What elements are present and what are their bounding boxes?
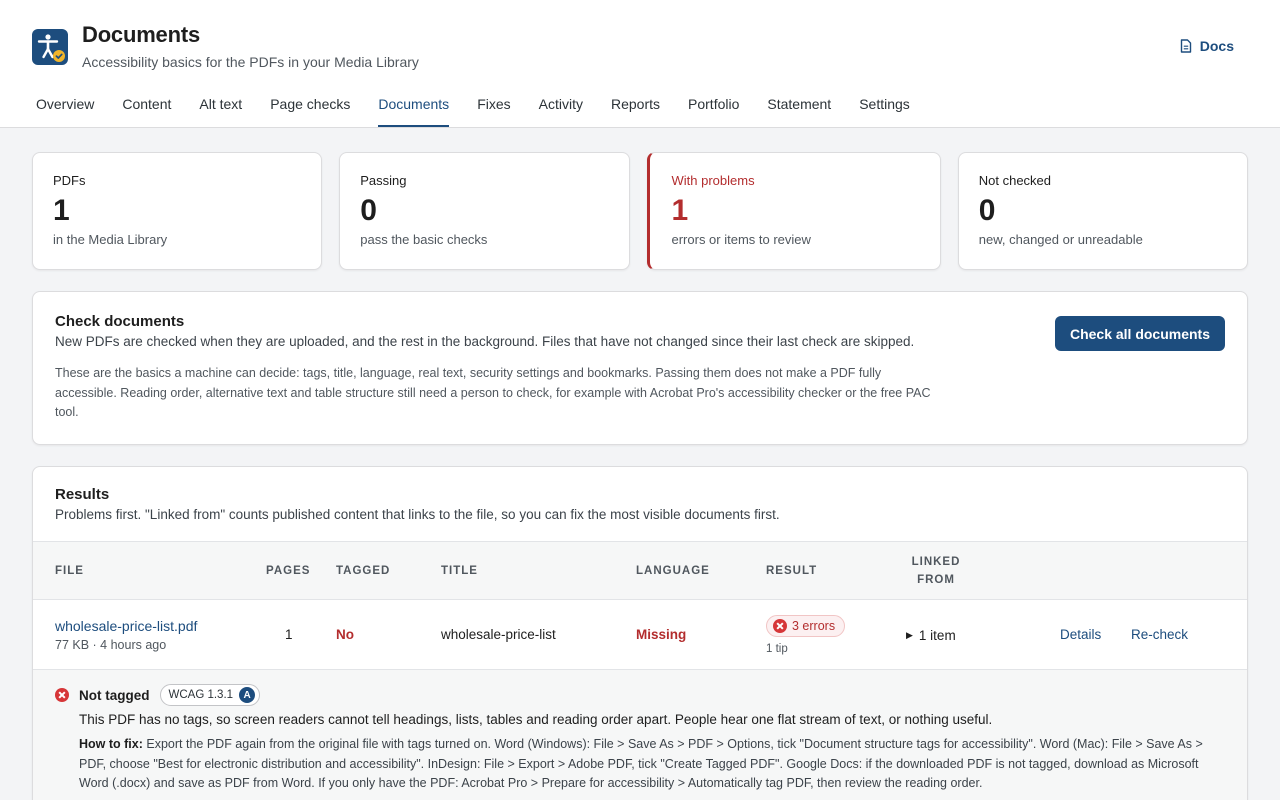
column-header-file[interactable]: File xyxy=(33,542,266,600)
stat-caption: errors or items to review xyxy=(671,232,811,247)
check-documents-panel: Check documents New PDFs are checked whe… xyxy=(32,291,1248,445)
stat-card-not-checked: Not checked 0 new, changed or unreadable xyxy=(957,152,1248,270)
stat-label: Not checked xyxy=(978,173,1052,188)
check-panel-title: Check documents xyxy=(55,313,185,330)
error-count-badge: 3 errors xyxy=(766,614,846,637)
stats-row: PDFs 1 in the Media Library Passing 0 pa… xyxy=(32,152,1248,270)
error-icon xyxy=(773,618,787,633)
stat-caption: new, changed or unreadable xyxy=(978,232,1143,247)
language-cell: Missing xyxy=(636,600,766,670)
tab-alt-text[interactable]: Alt text xyxy=(199,96,242,127)
column-header-language[interactable]: Language xyxy=(636,542,766,600)
tab-documents[interactable]: Documents xyxy=(378,96,450,127)
tab-activity[interactable]: Activity xyxy=(539,96,583,127)
pages-value: 1 xyxy=(285,627,293,642)
wcag-badge: WCAG 1.3.1 A xyxy=(159,684,261,706)
linked-cell: ▶ 1 item xyxy=(906,600,1046,670)
tab-settings[interactable]: Settings xyxy=(859,96,910,127)
results-panel: Results Problems first. "Linked from" co… xyxy=(32,466,1248,800)
column-header-result[interactable]: Result xyxy=(766,542,906,600)
results-description: Problems first. "Linked from" counts pub… xyxy=(55,507,780,522)
page-subtitle: Accessibility basics for the PDFs in you… xyxy=(82,54,419,70)
column-header-actions xyxy=(1046,542,1247,600)
stat-label: PDFs xyxy=(53,173,86,188)
tab-statement[interactable]: Statement xyxy=(767,96,831,127)
tab-reports[interactable]: Reports xyxy=(611,96,660,127)
error-icon xyxy=(55,688,69,702)
caret-right-icon: ▶ xyxy=(906,630,913,640)
linked-from-header-text: Linked from xyxy=(911,555,961,586)
results-title: Results xyxy=(55,486,110,503)
stat-value: 1 xyxy=(53,194,70,227)
top-bar: Documents Accessibility basics for the P… xyxy=(0,0,1280,128)
issue-fix: How to fix: Export the PDF again from th… xyxy=(79,735,1209,794)
accessibility-logo-icon xyxy=(32,29,68,65)
stat-label: With problems xyxy=(671,173,755,188)
stat-card-with-problems: With problems 1 errors or items to revie… xyxy=(646,152,941,270)
docs-link-label: Docs xyxy=(1199,38,1234,54)
error-count-label: 3 errors xyxy=(792,618,836,633)
column-header-tagged[interactable]: Tagged xyxy=(336,542,441,600)
page-title: Documents xyxy=(82,22,200,47)
language-value: Missing xyxy=(636,627,687,642)
issue-detail: Not tagged WCAG 1.3.1 A This PDF has no … xyxy=(33,670,1247,800)
actions-cell: Details Re-check xyxy=(1046,600,1247,670)
file-cell: wholesale-price-list.pdf 77 KB · 4 hours… xyxy=(33,600,266,670)
stat-value: 0 xyxy=(978,194,996,227)
tagged-value: No xyxy=(336,627,354,642)
results-table: File Pages Tagged Title Language Result … xyxy=(33,541,1247,670)
stat-card-pdfs: PDFs 1 in the Media Library xyxy=(32,152,323,270)
issue-title: Not tagged xyxy=(79,687,150,703)
stat-caption: in the Media Library xyxy=(53,232,168,247)
stat-card-passing: Passing 0 pass the basic checks xyxy=(339,152,630,270)
title-cell: wholesale-price-list xyxy=(441,627,556,642)
tab-portfolio[interactable]: Portfolio xyxy=(688,96,739,127)
file-name-link[interactable]: wholesale-price-list.pdf xyxy=(55,618,197,634)
column-header-title[interactable]: Title xyxy=(441,542,636,600)
table-header-row: File Pages Tagged Title Language Result … xyxy=(33,541,1247,600)
check-panel-note: These are the basics a machine can decid… xyxy=(55,366,931,419)
check-all-documents-button[interactable]: Check all documents xyxy=(1054,316,1225,351)
tab-page-checks[interactable]: Page checks xyxy=(270,96,350,127)
main-content: PDFs 1 in the Media Library Passing 0 pa… xyxy=(0,128,1280,800)
details-button[interactable]: Details xyxy=(1060,627,1101,642)
pages-cell: 1 xyxy=(266,600,336,670)
docs-link[interactable]: Docs xyxy=(1180,38,1234,54)
linked-from-expander[interactable]: ▶ 1 item xyxy=(906,628,956,643)
table-row: wholesale-price-list.pdf 77 KB · 4 hours… xyxy=(33,600,1247,670)
column-header-pages[interactable]: Pages xyxy=(266,542,336,600)
tip-count: 1 tip xyxy=(766,642,788,655)
brand: Documents Accessibility basics for the P… xyxy=(32,22,419,70)
recheck-button[interactable]: Re-check xyxy=(1131,627,1188,642)
wcag-level-badge: A xyxy=(239,687,256,703)
tab-fixes[interactable]: Fixes xyxy=(477,96,510,127)
tab-overview[interactable]: Overview xyxy=(36,96,94,127)
linked-from-label: 1 item xyxy=(918,628,956,643)
document-icon xyxy=(1180,39,1191,53)
tagged-cell: No xyxy=(336,600,441,670)
stat-caption: pass the basic checks xyxy=(360,232,488,247)
tab-bar: Overview Content Alt text Page checks Do… xyxy=(36,96,938,127)
column-header-linked-from[interactable]: Linked from xyxy=(906,542,1046,600)
stat-value: 0 xyxy=(360,194,377,227)
file-meta: 77 KB · 4 hours ago xyxy=(55,637,167,652)
check-panel-description: New PDFs are checked when they are uploa… xyxy=(55,334,915,349)
fix-label: How to fix: xyxy=(79,737,143,751)
wcag-criterion: WCAG 1.3.1 xyxy=(168,689,234,701)
fix-text: Export the PDF again from the original f… xyxy=(79,737,1203,790)
stat-label: Passing xyxy=(360,173,407,188)
result-cell: 3 errors 1 tip xyxy=(766,600,906,670)
stat-value: 1 xyxy=(671,194,689,227)
issue-description: This PDF has no tags, so screen readers … xyxy=(79,712,993,727)
tab-content[interactable]: Content xyxy=(122,96,171,127)
